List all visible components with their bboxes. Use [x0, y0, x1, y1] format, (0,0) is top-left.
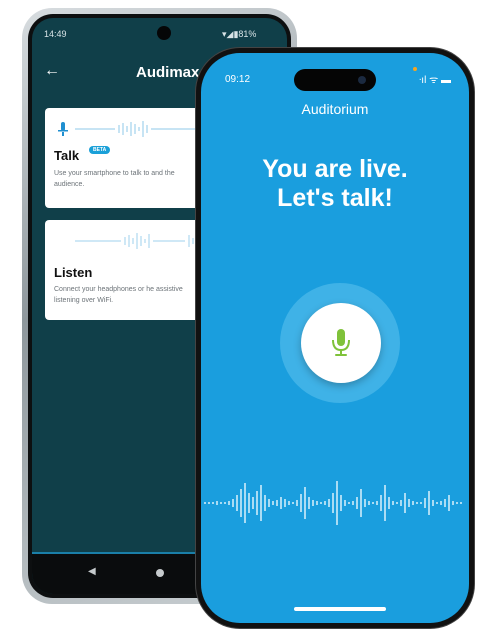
microphone-button[interactable] [301, 303, 381, 383]
android-status-bar: 14:49 ▾◢▮81% [32, 26, 287, 44]
headline-line-2: Let's talk! [277, 184, 393, 212]
talk-card-description: Use your smartphone to talk to and the a… [54, 170, 175, 188]
android-status-icons: ▾◢▮81% [222, 29, 257, 39]
nav-home-icon[interactable] [156, 569, 164, 577]
app-showcase: 14:49 ▾◢▮81% ← Audimax Talk BETA Use you… [0, 0, 485, 629]
listen-card-description: Connect your headphones or he assistive … [54, 286, 183, 304]
page-title: Audimax [136, 64, 200, 81]
live-audio-waveform [204, 481, 462, 525]
talk-card-title: Talk [54, 148, 80, 163]
arrow-left-icon[interactable]: ← [44, 62, 60, 80]
screen-title: Auditorium [301, 101, 369, 117]
headline-line-1: You are live. [262, 155, 408, 183]
front-camera-icon [157, 26, 171, 40]
live-headline: You are live. Let's talk! [201, 155, 469, 213]
microphone-icon [332, 329, 350, 356]
iphone-status-time: 09:12 [225, 74, 251, 85]
dynamic-island [294, 69, 376, 91]
home-indicator[interactable] [294, 607, 386, 611]
iphone-status-icons: ᐧıl ᯤ ▬ [418, 75, 451, 86]
listen-card-title: Listen [54, 265, 93, 280]
camera-icon [358, 76, 366, 84]
beta-badge: BETA [89, 146, 111, 154]
android-status-time: 14:49 [44, 29, 67, 39]
privacy-dot-icon [413, 67, 417, 71]
nav-back-icon[interactable]: ◀ [88, 566, 96, 577]
iphone-screen: 09:12 ᐧıl ᯤ ▬ Auditorium You are live. L… [201, 53, 469, 623]
iphone: 09:12 ᐧıl ᯤ ▬ Auditorium You are live. L… [196, 48, 474, 628]
